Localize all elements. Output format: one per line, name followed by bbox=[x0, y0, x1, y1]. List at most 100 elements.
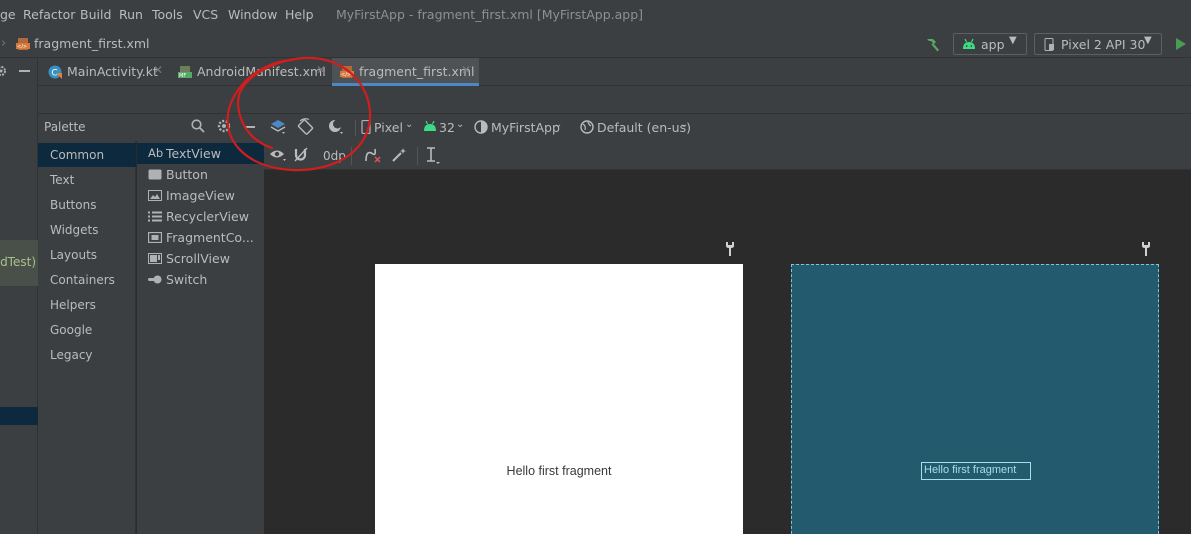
palette-item-imageview[interactable]: ImageView bbox=[137, 185, 264, 206]
tab-label: fragment_first.xml bbox=[359, 64, 475, 79]
tab-label: MainActivity.kt bbox=[67, 64, 158, 79]
menu-vcs[interactable]: VCS bbox=[193, 7, 218, 22]
menu-refactor[interactable]: Refactor bbox=[23, 7, 75, 22]
close-icon[interactable]: ✕ bbox=[461, 63, 471, 77]
infer-constraints-wand-icon[interactable] bbox=[391, 147, 407, 163]
gear-icon[interactable] bbox=[0, 65, 8, 77]
hide-panel-icon[interactable] bbox=[244, 126, 255, 128]
svg-text:</>: </> bbox=[341, 72, 351, 78]
menu-help[interactable]: Help bbox=[285, 7, 314, 22]
palette-category-text[interactable]: Text bbox=[38, 168, 136, 192]
blueprint-view-surface[interactable]: Hello first fragment bbox=[791, 264, 1159, 534]
default-margin-dropdown[interactable]: 0dp bbox=[323, 149, 346, 163]
breadcrumb-separator-icon: › bbox=[1, 36, 7, 51]
palette-item-button[interactable]: Button bbox=[137, 164, 264, 185]
run-icon[interactable] bbox=[1176, 38, 1186, 50]
project-tree-row[interactable]: oidTest) bbox=[0, 240, 38, 286]
toolbar-divider bbox=[351, 147, 352, 165]
palette-item-label: Button bbox=[166, 167, 208, 182]
palette-item-label: Switch bbox=[166, 272, 208, 287]
theme-icon bbox=[474, 120, 488, 134]
palette-item-label: FragmentCo... bbox=[166, 230, 254, 245]
palette-item-fragmentcontainer[interactable]: FragmentCo... bbox=[137, 227, 264, 248]
view-options-eye-icon[interactable] bbox=[269, 148, 287, 162]
menu-run[interactable]: Run bbox=[119, 7, 143, 22]
palette-item-label: RecyclerView bbox=[166, 209, 249, 224]
palette-item-label: ImageView bbox=[166, 188, 235, 203]
menu-build[interactable]: Build bbox=[80, 7, 111, 22]
wrench-icon[interactable] bbox=[725, 241, 735, 257]
api-level-dropdown[interactable]: 32 bbox=[439, 120, 455, 135]
blueprint-textview[interactable]: Hello first fragment bbox=[921, 462, 1031, 480]
globe-icon bbox=[580, 120, 594, 134]
xml-file-icon: </> bbox=[16, 38, 30, 50]
tab-mainactivity[interactable]: C MainActivity.kt ✕ bbox=[38, 58, 171, 86]
phone-icon bbox=[361, 120, 371, 134]
palette-category-legacy[interactable]: Legacy bbox=[38, 343, 136, 367]
design-toolbar: Pixel ⌄ 32 ⌄ MyFirstApp ⌄ Default (en-us… bbox=[264, 114, 1191, 170]
gear-icon[interactable] bbox=[217, 119, 231, 133]
chevron-down-icon[interactable]: ⌄ bbox=[680, 119, 688, 130]
hide-panel-icon[interactable] bbox=[19, 70, 30, 72]
palette-item-label: ScrollView bbox=[166, 251, 230, 266]
menu-window[interactable]: Window bbox=[228, 7, 277, 22]
palette-item-switch[interactable]: Switch bbox=[137, 269, 264, 290]
chevron-down-icon[interactable]: ⌄ bbox=[456, 119, 464, 130]
locale-dropdown[interactable]: Default (en-us) bbox=[597, 120, 691, 135]
menu-tools[interactable]: Tools bbox=[152, 7, 183, 22]
menu-bar: ge Refactor Build Run Tools VCS Window H… bbox=[0, 0, 1191, 30]
menu-navigate[interactable]: ge bbox=[0, 7, 16, 22]
breadcrumb-file[interactable]: fragment_first.xml bbox=[34, 36, 150, 51]
hammer-build-icon[interactable] bbox=[924, 35, 942, 53]
device-selector[interactable]: Pixel 2 API 30 ▼ bbox=[1034, 33, 1162, 55]
chevron-down-icon[interactable]: ⌄ bbox=[554, 119, 562, 130]
tab-fragment-first[interactable]: </> fragment_first.xml ✕ bbox=[332, 58, 479, 86]
palette-item-textview[interactable]: Ab TextView bbox=[137, 143, 264, 164]
toolbar-divider bbox=[417, 147, 418, 165]
editor-tab-bar: C MainActivity.kt ✕ MF AndroidManifest.x… bbox=[38, 58, 1191, 86]
switch-icon bbox=[148, 275, 162, 284]
close-icon[interactable]: ✕ bbox=[153, 63, 163, 77]
run-config-selector[interactable]: app ▼ bbox=[953, 33, 1027, 55]
close-icon[interactable]: ✕ bbox=[316, 63, 326, 77]
palette-item-recyclerview[interactable]: RecyclerView bbox=[137, 206, 264, 227]
tab-androidmanifest[interactable]: MF AndroidManifest.xml ✕ bbox=[171, 58, 331, 86]
theme-dropdown[interactable]: MyFirstApp bbox=[491, 120, 560, 135]
palette-item-scrollview[interactable]: ScrollView bbox=[137, 248, 264, 269]
textview-icon: Ab bbox=[148, 146, 164, 160]
wrench-icon[interactable] bbox=[1141, 241, 1151, 257]
palette-item-label: TextView bbox=[166, 146, 221, 161]
design-textview[interactable]: Hello first fragment bbox=[375, 464, 743, 478]
palette-category-containers[interactable]: Containers bbox=[38, 268, 136, 292]
clear-constraints-icon[interactable] bbox=[364, 147, 382, 163]
palette-items: Ab TextView Button ImageView RecyclerVie… bbox=[137, 141, 264, 534]
run-config-label: app bbox=[981, 37, 1005, 52]
svg-text:MF: MF bbox=[179, 73, 186, 79]
android-test-label: oidTest) bbox=[0, 255, 36, 269]
layers-icon[interactable] bbox=[269, 118, 287, 136]
image-icon bbox=[148, 190, 162, 201]
svg-text:</>: </> bbox=[17, 44, 27, 50]
guidelines-icon[interactable] bbox=[425, 147, 441, 165]
autoconnect-magnet-icon[interactable] bbox=[293, 147, 309, 163]
palette-category-common[interactable]: Common bbox=[38, 143, 136, 167]
fragment-container-icon bbox=[148, 232, 162, 243]
palette-category-google[interactable]: Google bbox=[38, 318, 136, 342]
palette-category-helpers[interactable]: Helpers bbox=[38, 293, 136, 317]
phone-icon bbox=[1044, 38, 1054, 51]
device-dropdown[interactable]: Pixel bbox=[374, 120, 403, 135]
scrollview-icon bbox=[148, 253, 162, 264]
list-icon bbox=[148, 211, 162, 222]
chevron-down-icon: ▼ bbox=[1009, 35, 1017, 46]
chevron-down-icon[interactable]: ⌄ bbox=[405, 119, 413, 130]
rotate-orientation-icon[interactable] bbox=[297, 118, 315, 136]
search-icon[interactable] bbox=[191, 119, 205, 133]
palette-category-layouts[interactable]: Layouts bbox=[38, 243, 136, 267]
design-view-surface[interactable]: Hello first fragment bbox=[375, 264, 743, 534]
design-canvas[interactable]: Hello first fragment Hello first fragmen… bbox=[264, 170, 1191, 534]
project-tree-selected-row[interactable] bbox=[0, 407, 38, 425]
android-icon bbox=[424, 121, 436, 131]
palette-category-widgets[interactable]: Widgets bbox=[38, 218, 136, 242]
night-mode-icon[interactable] bbox=[327, 118, 345, 136]
palette-category-buttons[interactable]: Buttons bbox=[38, 193, 136, 217]
